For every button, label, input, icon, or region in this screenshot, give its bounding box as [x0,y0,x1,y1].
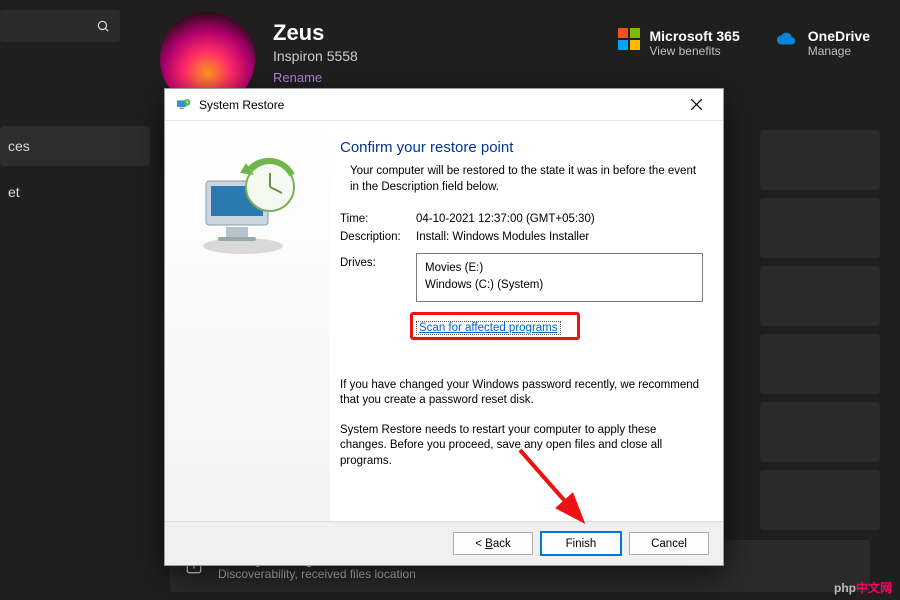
password-note: If you have changed your Windows passwor… [340,378,703,409]
dialog-sidebar [165,121,330,521]
settings-card[interactable] [760,266,880,326]
time-row: Time: 04-10-2021 12:37:00 (GMT+05:30) [340,213,703,225]
dialog-heading: Confirm your restore point [340,139,703,156]
time-value: 04-10-2021 12:37:00 (GMT+05:30) [416,213,595,225]
watermark: php中文网 [834,579,892,596]
dialog-footer: < Back Finish Cancel [165,521,723,565]
microsoft-logo-icon [618,28,640,50]
service-onedrive[interactable]: OneDrive Manage [776,28,870,58]
description-value: Install: Windows Modules Installer [416,231,589,243]
settings-card[interactable] [760,130,880,190]
search-input[interactable] [0,10,120,42]
service-sub: View benefits [650,44,740,58]
scan-affected-programs-link[interactable]: Scan for affected programs [416,321,561,335]
service-title: Microsoft 365 [650,28,740,44]
service-sub: Manage [808,44,870,58]
user-block: Zeus Inspiron 5558 Rename [273,20,358,87]
close-icon [691,99,702,110]
device-model: Inspiron 5558 [273,48,358,64]
dialog-titlebar[interactable]: System Restore [165,89,723,121]
service-microsoft365[interactable]: Microsoft 365 View benefits [618,28,740,58]
restore-illustration-icon [188,151,308,261]
drives-label: Drives: [340,253,416,302]
cancel-button[interactable]: Cancel [629,532,709,555]
sidebar-item[interactable]: et [0,172,150,212]
nearby-sub: Discoverability, received files location [218,567,416,581]
restart-note: System Restore needs to restart your com… [340,423,703,470]
user-name: Zeus [273,20,358,46]
description-row: Description: Install: Windows Modules In… [340,231,703,243]
settings-card[interactable] [760,334,880,394]
drives-row: Drives: Movies (E:) Windows (C:) (System… [340,253,703,302]
drive-item: Movies (E:) [425,260,694,277]
system-restore-icon [175,97,191,113]
cloud-icon [776,28,798,50]
settings-card[interactable] [760,402,880,462]
finish-button[interactable]: Finish [541,532,621,555]
drive-item: Windows (C:) (System) [425,277,694,294]
dialog-content: Confirm your restore point Your computer… [330,121,723,521]
dialog-title: System Restore [199,98,284,112]
sidebar: ces et [0,100,150,212]
settings-card[interactable] [760,198,880,258]
search-icon [96,19,110,33]
rename-link[interactable]: Rename [273,70,322,85]
time-label: Time: [340,213,416,225]
service-title: OneDrive [808,28,870,44]
close-button[interactable] [679,93,713,117]
header-services: Microsoft 365 View benefits OneDrive Man… [618,28,871,58]
sidebar-item[interactable]: ces [0,126,150,166]
dialog-intro-text: Your computer will be restored to the st… [340,164,703,195]
system-restore-dialog: System Restore Confirm your restore poin… [164,88,724,566]
drives-list: Movies (E:) Windows (C:) (System) [416,253,703,302]
back-button[interactable]: < Back [453,532,533,555]
description-label: Description: [340,231,416,243]
settings-card[interactable] [760,470,880,530]
